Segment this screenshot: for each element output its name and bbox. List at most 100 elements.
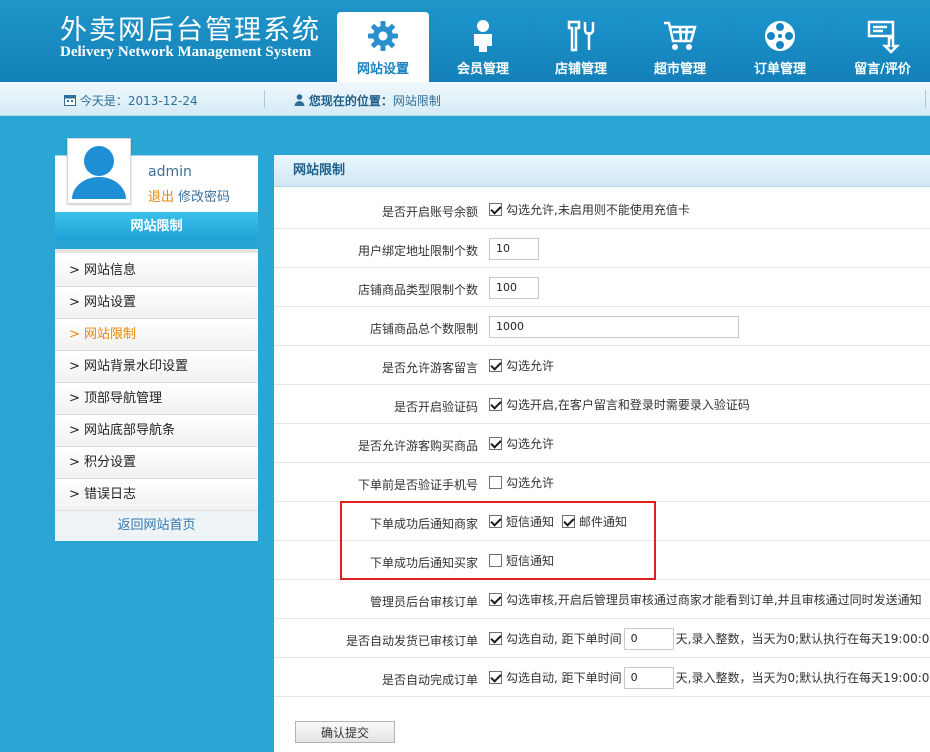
address-limit-input[interactable] [489, 237, 539, 260]
checkbox-text: 勾选自动, 距下单时间 [506, 632, 622, 646]
captcha-checkbox[interactable] [489, 398, 502, 411]
today-date: 今天是：2013-12-24 [64, 92, 198, 109]
tab-label: 留言/评价 [854, 62, 911, 77]
auto-ship-days-input[interactable] [623, 627, 674, 650]
tab-label: 超市管理 [653, 62, 706, 77]
sidebar-item-site-limits[interactable]: > 网站限制 [55, 319, 258, 351]
checkbox-text: 邮件通知 [579, 515, 628, 529]
row-label: 是否自动发货已审核订单 [345, 634, 478, 648]
person-icon [294, 94, 305, 106]
message-icon [867, 20, 900, 54]
verify-phone-checkbox[interactable] [489, 476, 502, 489]
row-label: 是否开启验证码 [393, 400, 478, 414]
form-row: 下单成功后通知买家 短信通知 [274, 541, 930, 580]
gear-icon [368, 21, 398, 51]
row-label: 是否开启账号余额 [381, 205, 478, 219]
row-label: 是否允许游客购买商品 [357, 439, 478, 453]
guest-purchase-checkbox[interactable] [489, 437, 502, 450]
notify-buyer-sms-checkbox[interactable] [489, 554, 502, 567]
form-row: 店铺商品总个数限制 [274, 307, 930, 346]
breadcrumb: 您现在的位置：网站限制 [294, 92, 441, 109]
tools-icon [567, 20, 595, 52]
username: admin [148, 164, 192, 180]
film-reel-icon [765, 21, 795, 51]
logout-link[interactable]: 退出 [148, 190, 174, 205]
row-label: 是否自动完成订单 [381, 673, 478, 687]
sidebar-item-site-info[interactable]: > 网站信息 [55, 255, 258, 287]
form-row: 用户绑定地址限制个数 [274, 229, 930, 268]
tab-messages[interactable]: 留言/评价 [835, 12, 930, 82]
product-total-limit-input[interactable] [489, 315, 739, 338]
divider [925, 90, 926, 108]
avatar [67, 138, 131, 204]
checkbox-text: 勾选审核,开启后管理员审核通过商家才能看到订单,并且审核通过同时发送通知 [506, 593, 922, 607]
tab-label: 网站设置 [356, 62, 409, 77]
row-suffix: 天,录入整数，当天为0;默认执行在每天19:00:01后 [675, 632, 930, 646]
sidebar-item-watermark[interactable]: > 网站背景水印设置 [55, 351, 258, 383]
sidebar-title: 网站限制 [55, 212, 258, 241]
form-row: 是否允许游客购买商品 勾选允许 [274, 424, 930, 463]
admin-review-checkbox[interactable] [489, 593, 502, 606]
row-label: 用户绑定地址限制个数 [357, 244, 478, 258]
user-card: admin 退出 修改密码 [55, 138, 258, 212]
tab-supermarket[interactable]: 超市管理 [634, 12, 726, 82]
row-suffix: 天,录入整数，当天为0;默认执行在每天19:00:01后 [675, 671, 930, 685]
sidebar-menu: > 网站信息 > 网站设置 > 网站限制 > 网站背景水印设置 > 顶部导航管理… [55, 249, 258, 541]
notify-merchant-sms-checkbox[interactable] [489, 515, 502, 528]
checkbox-text: 勾选允许,未启用则不能使用充值卡 [506, 203, 690, 217]
submit-button[interactable]: 确认提交 [295, 721, 395, 743]
auto-complete-checkbox[interactable] [489, 671, 502, 684]
product-type-limit-input[interactable] [489, 276, 539, 299]
logo-title: 外卖网后台管理系统 [60, 15, 321, 46]
row-label: 店铺商品总个数限制 [369, 322, 478, 336]
user-icon [474, 20, 492, 52]
tab-label: 会员管理 [456, 62, 509, 77]
form-row: 是否开启验证码 勾选开启,在客户留言和登录时需要录入验证码 [274, 385, 930, 424]
form-row: 是否自动完成订单 勾选自动, 距下单时间 天,录入整数，当天为0;默认执行在每天1… [274, 658, 930, 697]
sidebar-item-footer-nav[interactable]: > 网站底部导航条 [55, 415, 258, 447]
row-label: 下单成功后通知买家 [369, 556, 478, 570]
checkbox-text: 勾选自动, 距下单时间 [506, 671, 622, 685]
form-row: 店铺商品类型限制个数 [274, 268, 930, 307]
row-label: 店铺商品类型限制个数 [357, 283, 478, 297]
calendar-icon [64, 95, 76, 106]
today-value: 2013-12-24 [127, 94, 198, 108]
sidebar-item-error-log[interactable]: > 错误日志 [55, 479, 258, 511]
today-label: 今天是： [79, 94, 128, 108]
sidebar-item-points[interactable]: > 积分设置 [55, 447, 258, 479]
form-row: 下单前是否验证手机号 勾选允许 [274, 463, 930, 502]
guest-message-checkbox[interactable] [489, 359, 502, 372]
tab-site-settings[interactable]: 网站设置 [337, 12, 429, 82]
logo-subtitle: Delivery Network Management System [60, 44, 312, 60]
row-label: 管理员后台审核订单 [369, 595, 478, 609]
auto-complete-days-input[interactable] [623, 666, 674, 689]
tab-members[interactable]: 会员管理 [437, 12, 529, 82]
sidebar-item-top-nav[interactable]: > 顶部导航管理 [55, 383, 258, 415]
row-label: 是否允许游客留言 [381, 361, 478, 375]
divider [264, 90, 265, 108]
row-label: 下单前是否验证手机号 [357, 478, 478, 492]
back-home-link[interactable]: 返回网站首页 [55, 511, 258, 541]
info-bar: 今天是：2013-12-24 您现在的位置：网站限制 [0, 82, 930, 116]
header: 外卖网后台管理系统 Delivery Network Management Sy… [0, 0, 930, 82]
settings-panel: 网站限制 是否开启账号余额 勾选允许,未启用则不能使用充值卡 用户绑定地址限制个… [274, 155, 930, 752]
form-row: 管理员后台审核订单 勾选审核,开启后管理员审核通过商家才能看到订单,并且审核通过… [274, 580, 930, 619]
checkbox-text: 短信通知 [506, 515, 555, 529]
sidebar: admin 退出 修改密码 网站限制 > 网站信息 > 网站设置 > 网站限制 >… [55, 138, 258, 541]
notify-merchant-email-checkbox[interactable] [562, 515, 576, 528]
auto-ship-checkbox[interactable] [489, 632, 502, 645]
checkbox-text: 勾选开启,在客户留言和登录时需要录入验证码 [506, 398, 750, 412]
change-password-link[interactable]: 修改密码 [178, 190, 230, 205]
tab-shops[interactable]: 店铺管理 [535, 12, 627, 82]
row-label: 下单成功后通知商家 [369, 517, 478, 531]
account-balance-checkbox[interactable] [489, 203, 502, 216]
checkbox-text: 短信通知 [506, 554, 555, 568]
tab-label: 店铺管理 [554, 62, 607, 77]
avatar-person-icon [72, 146, 126, 199]
panel-title: 网站限制 [274, 155, 930, 187]
sidebar-item-site-settings[interactable]: > 网站设置 [55, 287, 258, 319]
checkbox-text: 勾选允许 [506, 437, 555, 451]
form-row: 是否开启账号余额 勾选允许,未启用则不能使用充值卡 [274, 190, 930, 229]
tab-orders[interactable]: 订单管理 [734, 12, 826, 82]
form-row: 是否允许游客留言 勾选允许 [274, 346, 930, 385]
